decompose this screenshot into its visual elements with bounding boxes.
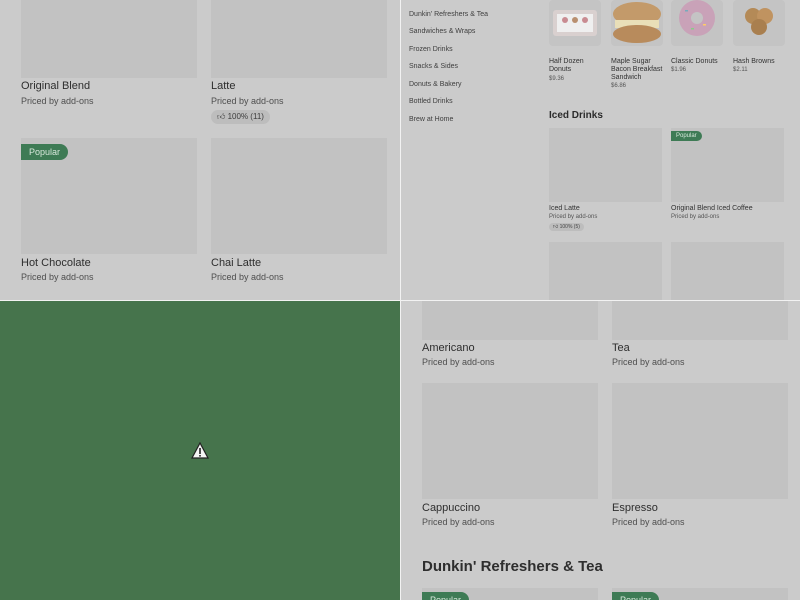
nav-item-frozen-drinks[interactable]: Frozen Drinks (409, 46, 453, 53)
item-image (211, 0, 387, 78)
featured-item-card[interactable]: Hash Browns $2.11 (733, 0, 789, 80)
item-name: Espresso (612, 502, 658, 514)
menu-item-card[interactable]: Original Blend Priced by add-ons (21, 0, 197, 110)
item-image (671, 0, 723, 46)
item-image (21, 0, 197, 78)
warning-triangle-icon (191, 442, 209, 459)
item-image (422, 383, 598, 499)
item-price: $6.86 (611, 83, 627, 89)
item-image-partial (549, 242, 662, 300)
item-name: Hash Browns (733, 58, 775, 65)
popular-badge: Popular (612, 592, 660, 600)
menu-item-card[interactable]: Tea Priced by add-ons (612, 301, 788, 369)
item-name: Cappuccino (422, 502, 481, 514)
menu-item-card[interactable]: Popular Original Blend Iced Coffee Price… (671, 128, 784, 228)
item-image (422, 301, 598, 340)
item-price: $2.11 (733, 67, 748, 73)
menu-page-overview: Dunkin' Refreshers & Tea Sandwiches & Wr… (401, 0, 800, 300)
item-name: Maple Sugar Bacon Breakfast Sandwich (611, 58, 663, 81)
item-price: Priced by add-ons (422, 357, 495, 367)
item-price: Priced by add-ons (211, 96, 284, 106)
menu-item-card[interactable]: Americano Priced by add-ons (422, 301, 598, 369)
nav-item-sandwiches[interactable]: Sandwiches & Wraps (409, 28, 475, 35)
nav-item-snacks[interactable]: Snacks & Sides (409, 63, 458, 70)
item-image (549, 0, 601, 46)
menu-item-card[interactable]: Espresso Priced by add-ons (612, 383, 788, 533)
item-name: Hot Chocolate (21, 257, 91, 269)
grid-divider-horizontal (0, 300, 800, 301)
section-title-refreshers: Dunkin' Refreshers & Tea (422, 558, 603, 575)
menu-item-card[interactable]: Chai Latte Priced by add-ons (211, 138, 387, 288)
item-price: $9.36 (549, 76, 565, 82)
thumbs-up-icon: 👍︎ (553, 224, 559, 230)
item-name: Latte (211, 80, 236, 92)
sandwich-image (613, 2, 661, 43)
item-name: Americano (422, 342, 475, 354)
item-image (611, 0, 663, 46)
popular-badge: Popular (21, 144, 69, 160)
item-price: Priced by add-ons (21, 272, 94, 282)
menu-item-card[interactable]: Cappuccino Priced by add-ons (422, 383, 598, 533)
item-name: Tea (612, 342, 630, 354)
featured-item-card[interactable]: Classic Donuts $1.96 (671, 0, 727, 80)
item-image (612, 301, 788, 340)
featured-item-card[interactable]: Half Dozen Donuts $9.36 (549, 0, 605, 90)
popular-badge: Popular (671, 131, 702, 141)
item-image (211, 138, 387, 254)
thumbs-up-icon: 👍︎ (217, 112, 226, 121)
item-name: Iced Latte (549, 205, 580, 212)
item-price: Priced by add-ons (422, 517, 495, 527)
section-title-iced-drinks: Iced Drinks (549, 110, 603, 121)
item-price: Priced by add-ons (211, 272, 284, 282)
image-loading-panel (0, 301, 400, 600)
item-name: Classic Donuts (671, 58, 718, 65)
item-price: Priced by add-ons (549, 214, 598, 220)
donut-image (679, 0, 715, 36)
item-price: Priced by add-ons (612, 517, 685, 527)
item-price: Priced by add-ons (671, 214, 720, 220)
popular-badge: Popular (422, 592, 470, 600)
nav-item-brew-at-home[interactable]: Brew at Home (409, 116, 453, 123)
nav-item-donuts[interactable]: Donuts & Bakery (409, 81, 462, 88)
item-name: Chai Latte (211, 257, 262, 269)
donut-box-image (553, 10, 597, 36)
item-name: Half Dozen Donuts (549, 58, 584, 73)
hash-browns-image (745, 8, 773, 35)
rating-badge: 👍︎ 100% (11) (211, 110, 270, 124)
item-image (733, 0, 785, 46)
item-price: $1.96 (671, 67, 687, 73)
featured-item-card[interactable]: Maple Sugar Bacon Breakfast Sandwich $6.… (611, 0, 667, 92)
menu-item-card[interactable]: Latte Priced by add-ons 👍︎ 100% (11) (211, 0, 387, 125)
rating-badge: 👍︎ 100% (5) (549, 223, 584, 231)
menu-item-card[interactable]: Iced Latte Priced by add-ons 👍︎ 100% (5) (549, 128, 662, 234)
menu-grid-panel-2: Americano Priced by add-ons Tea Priced b… (401, 301, 800, 600)
item-image (612, 383, 788, 499)
item-name: Original Blend (21, 80, 91, 92)
nav-item-refreshers[interactable]: Dunkin' Refreshers & Tea (409, 11, 488, 18)
item-image-partial (671, 242, 784, 300)
menu-grid-panel-1: Original Blend Priced by add-ons Latte P… (0, 0, 400, 300)
nav-item-bottled-drinks[interactable]: Bottled Drinks (409, 98, 453, 105)
item-price: Priced by add-ons (612, 357, 685, 367)
screenshot-grid: Original Blend Priced by add-ons Latte P… (0, 0, 800, 600)
item-image (549, 128, 662, 202)
item-name: Original Blend Iced Coffee (671, 205, 753, 212)
item-price: Priced by add-ons (21, 96, 94, 106)
menu-item-card[interactable]: Popular Hot Chocolate Priced by add-ons (21, 138, 197, 288)
